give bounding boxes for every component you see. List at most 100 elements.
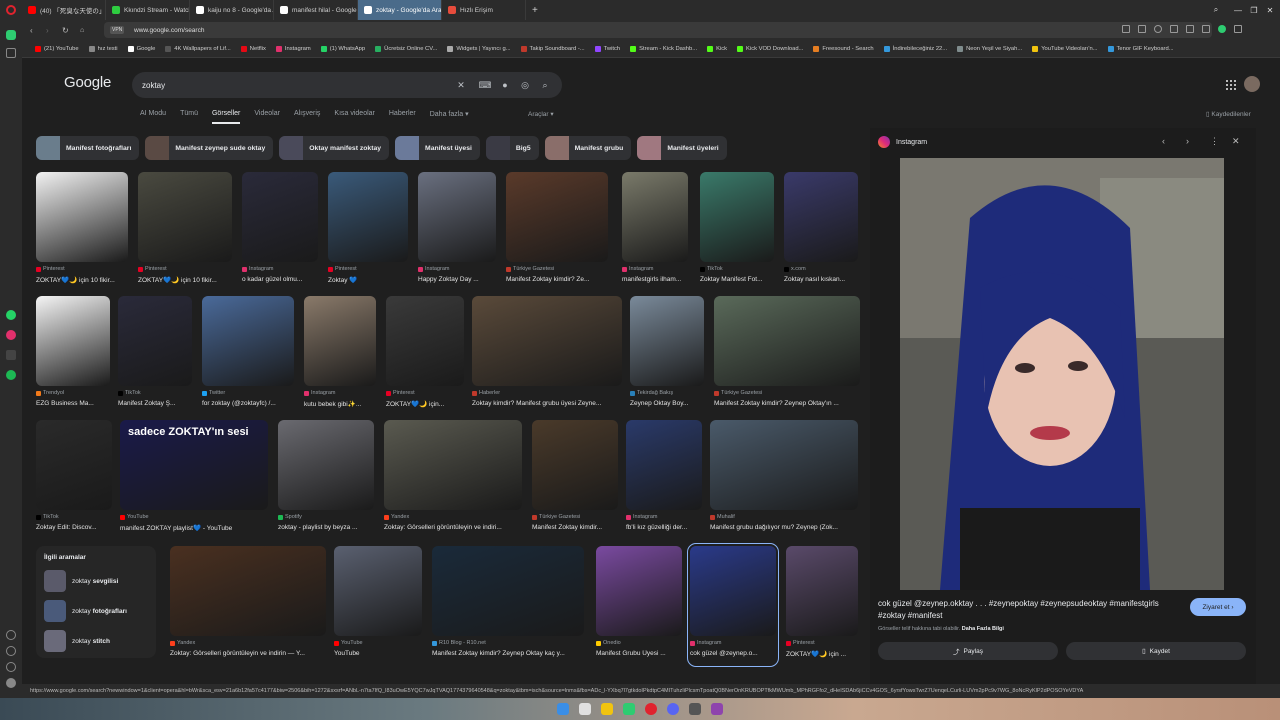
image-result[interactable]: Pinterest ZOKTAY💙🌙 için 10 fikir... (138, 172, 232, 290)
image-result[interactable]: Pinterest ZOKTAY💙🌙 için 10 fikir... (36, 172, 128, 290)
save-button[interactable]: ▯ Kaydet (1066, 642, 1246, 660)
result-thumbnail[interactable] (714, 296, 860, 386)
image-result[interactable]: TikTok Manifest Zoktay Ş... (118, 296, 192, 414)
bookmark-item[interactable]: Netflix (236, 45, 271, 52)
app-icon[interactable] (711, 703, 723, 715)
next-icon[interactable]: › (1186, 136, 1189, 146)
image-result[interactable]: Muhalif Manifest grubu dağılıyor mu? Zeyn… (710, 420, 858, 538)
result-thumbnail[interactable] (690, 546, 776, 636)
bookmark-item[interactable]: Ücretsiz Online CV... (370, 45, 442, 52)
history-icon[interactable] (6, 646, 16, 656)
result-thumbnail[interactable] (138, 172, 232, 262)
home-icon[interactable] (6, 30, 16, 40)
image-result[interactable]: Instagram o kadar güzel olmu... (242, 172, 318, 290)
search-tab[interactable]: AI Modu (140, 110, 166, 124)
filter-chip[interactable]: Big5 (485, 136, 539, 160)
bookmark-item[interactable]: (21) YouTube (30, 45, 84, 52)
browser-tab[interactable]: kaiju no 8 - Google'da Ara (190, 0, 274, 20)
heart-icon[interactable] (6, 630, 16, 640)
result-thumbnail[interactable] (532, 420, 618, 510)
image-result[interactable]: Yandex Zoktay: Görselleri görüntüleyin ve… (170, 546, 326, 664)
download-icon[interactable] (1202, 25, 1210, 33)
search-tab[interactable]: Daha fazla ▾ (430, 110, 469, 124)
image-result[interactable]: Türkiye Gazetesi Manifest Zoktay kimdir? … (506, 172, 608, 290)
search-tab[interactable]: Alışveriş (294, 110, 320, 124)
bookmark-item[interactable]: Kick VOD Download... (732, 45, 808, 52)
settings-icon[interactable] (6, 662, 16, 672)
steam-icon[interactable] (689, 703, 701, 715)
more-icon[interactable] (6, 678, 16, 688)
search-icon[interactable]: ⌕ (538, 78, 552, 92)
result-thumbnail[interactable] (432, 546, 584, 636)
image-result[interactable]: Instagram cok güzel @zeynep.o... (687, 543, 779, 667)
bookmark-item[interactable]: Kick (702, 45, 732, 52)
preview-image[interactable] (900, 158, 1224, 590)
file-explorer-icon[interactable] (601, 703, 613, 715)
microphone-icon[interactable]: ● (498, 78, 512, 92)
filter-chip[interactable]: Manifest üyeleri (637, 136, 727, 160)
result-thumbnail[interactable] (118, 296, 192, 386)
extensions-icon[interactable] (1154, 25, 1162, 33)
search-tab[interactable]: Haberler (389, 110, 416, 124)
keyboard-icon[interactable]: ⌨ (478, 78, 492, 92)
saved-button[interactable]: ▯ Kaydedilenler (1206, 110, 1251, 118)
image-result[interactable]: TikTok Zoktay Edit: Discov... (36, 420, 112, 538)
image-result[interactable]: Türkiye Gazetesi Manifest Zoktay kimdir..… (532, 420, 618, 538)
license-link[interactable]: Daha Fazla Bilgi (962, 626, 1004, 632)
share-button[interactable]: ⤴ Paylaş (878, 642, 1058, 660)
apps-grid-icon[interactable] (1226, 80, 1236, 90)
result-thumbnail[interactable] (626, 420, 702, 510)
browser-tab[interactable]: Kkındzi Stream - Watch Li (106, 0, 190, 20)
bookmark-item[interactable]: YouTube Videoları'n... (1027, 45, 1102, 52)
camera-search-icon[interactable]: ◎ (518, 78, 532, 92)
image-result[interactable]: Yandex Zoktay: Görselleri görüntüleyin ve… (384, 420, 522, 538)
result-thumbnail[interactable] (786, 546, 858, 636)
image-result[interactable]: R10 Blog - R10.net Manifest Zoktay kimdir… (432, 546, 584, 664)
bookmark-item[interactable]: Takip Soundboard -... (516, 45, 590, 52)
opera-icon[interactable] (645, 703, 657, 715)
bookmark-item[interactable]: Tenor GIF Keyboard... (1103, 45, 1179, 52)
translate-icon[interactable] (1138, 25, 1146, 33)
filter-chip[interactable]: Manifest grubu (544, 136, 632, 160)
bookmark-item[interactable]: Instagram (271, 45, 316, 52)
result-thumbnail[interactable] (700, 172, 774, 262)
home-icon[interactable]: ⌂ (80, 27, 84, 34)
search-input[interactable]: zoktay (142, 81, 165, 90)
result-thumbnail[interactable] (384, 420, 522, 510)
more-options-icon[interactable]: ⋮ (1210, 136, 1219, 147)
image-result[interactable]: sadece ZOKTAY'ın sesi YouTube manifest ZOK… (120, 420, 268, 538)
reload-icon[interactable]: ↻ (62, 26, 69, 35)
image-result[interactable]: Pinterest ZOKTAY💙🌙 için ... (786, 546, 858, 664)
related-search-item[interactable]: zoktay stitch (44, 629, 148, 653)
result-thumbnail[interactable] (36, 172, 128, 262)
discord-icon[interactable] (667, 703, 679, 715)
whatsapp-icon[interactable] (6, 310, 16, 320)
image-result[interactable]: YouTube YouTube (334, 546, 422, 664)
visit-button[interactable]: Ziyaret et › (1190, 598, 1246, 616)
image-result[interactable]: Trendyol EZG Business Ma... (36, 296, 110, 414)
result-thumbnail[interactable] (710, 420, 858, 510)
prev-icon[interactable]: ‹ (1162, 136, 1165, 146)
url-input[interactable]: VPN www.google.com/search (104, 22, 1212, 38)
search-box[interactable]: zoktay ✕ ⌨ ● ◎ ⌕ (132, 72, 562, 98)
profile-icon[interactable] (1218, 25, 1226, 33)
image-result[interactable]: x.com Zoktay nasıl kıskan... (784, 172, 858, 290)
filter-chip[interactable]: Manifest üyesi (395, 136, 480, 160)
result-thumbnail[interactable] (334, 546, 422, 636)
search-tab[interactable]: Videolar (254, 110, 280, 124)
result-thumbnail[interactable] (630, 296, 704, 386)
result-thumbnail[interactable]: sadece ZOKTAY'ın sesi (120, 420, 268, 510)
image-result[interactable]: Instagram kutu bebek gibi✨... (304, 296, 376, 414)
bookmark-item[interactable]: Freesound - Search (808, 45, 878, 52)
image-result[interactable]: TikTok Zoktay Manifest Fot... (700, 172, 774, 290)
bookmark-icon[interactable] (1170, 25, 1178, 33)
opera-menu-icon[interactable] (0, 0, 22, 20)
result-thumbnail[interactable] (418, 172, 496, 262)
filter-chip[interactable]: Oktay manifest zoktay (279, 136, 390, 160)
preview-source[interactable]: Instagram (896, 139, 927, 146)
spotify-icon[interactable] (6, 370, 16, 380)
result-thumbnail[interactable] (202, 296, 294, 386)
filter-chip[interactable]: Manifest fotoğrafları (36, 136, 140, 160)
search-icon[interactable] (579, 703, 591, 715)
search-tab[interactable]: Kısa videolar (334, 110, 374, 124)
